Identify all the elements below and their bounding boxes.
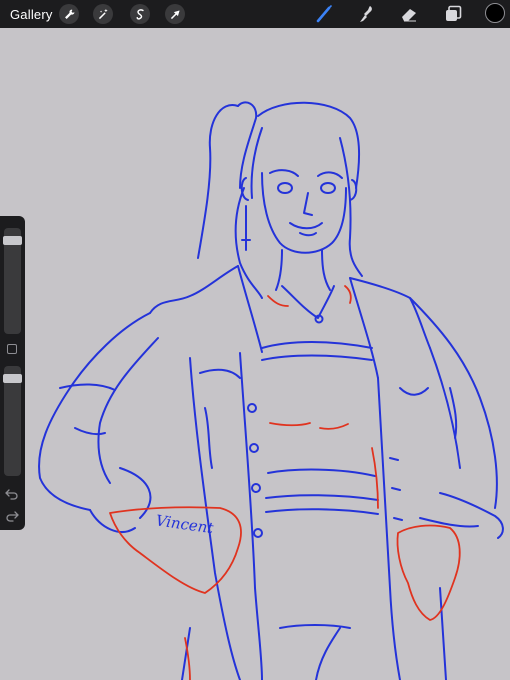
selection-icon[interactable] [130,4,150,24]
brush-size-slider[interactable] [3,228,22,334]
brush-icon[interactable] [313,3,335,25]
wrench-icon[interactable] [59,4,79,24]
eraser-icon[interactable] [398,3,420,25]
drawing-canvas[interactable]: Vincent [0,28,510,680]
top-toolbar: Gallery [0,0,510,28]
opacity-slider[interactable] [3,366,22,476]
magic-wand-icon[interactable] [93,4,113,24]
opacity-thumb[interactable] [3,374,22,383]
transform-arrow-icon[interactable] [165,4,185,24]
layers-icon[interactable] [442,3,464,25]
sketch-artwork: Vincent [38,101,504,680]
smudge-icon[interactable] [356,3,378,25]
brush-size-thumb[interactable] [3,236,22,245]
gallery-button[interactable]: Gallery [10,7,53,22]
redo-icon[interactable] [5,510,19,522]
color-well[interactable] [485,3,505,23]
undo-icon[interactable] [5,488,19,500]
left-sidebar [0,216,25,530]
modify-button[interactable] [7,344,17,354]
